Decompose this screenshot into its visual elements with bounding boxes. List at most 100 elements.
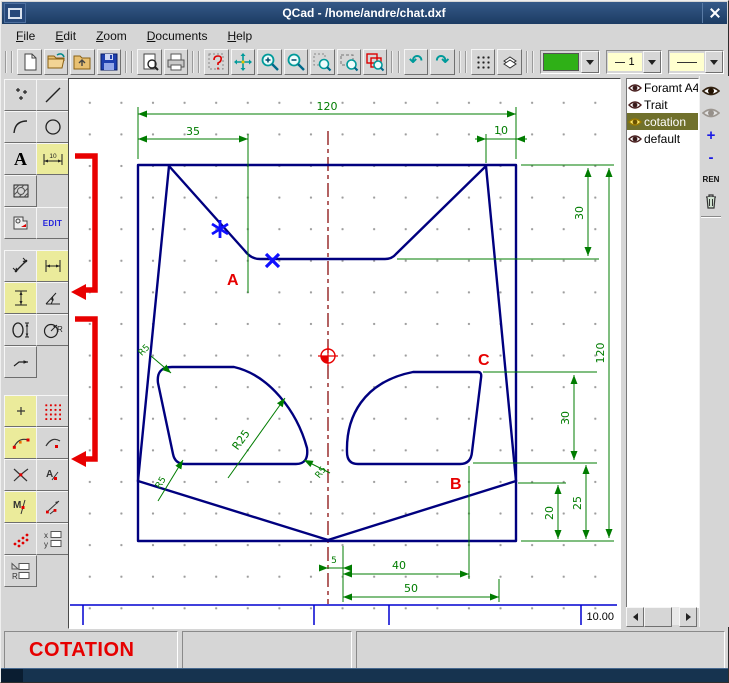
edit-mode-label: EDIT [43,219,62,228]
new-document-button[interactable] [17,49,41,75]
coord-polar-button[interactable]: R [4,555,37,587]
isometric-view-button[interactable] [497,49,521,75]
color-combo[interactable] [540,50,600,74]
points-tool-button[interactable] [4,79,37,111]
rename-layer-button[interactable]: REN [700,168,722,190]
dim-diameter-button[interactable] [4,314,37,346]
hatch-tool-button[interactable] [4,175,37,207]
dim-25: 25 [571,496,584,510]
snap-on-entity-button[interactable] [36,427,69,459]
text-tool-button[interactable]: A [4,143,37,175]
dim-120-top: 120 [317,100,338,113]
snap-grid-button[interactable] [36,395,69,427]
save-button[interactable] [97,49,121,75]
menu-documents[interactable]: Documents [137,26,218,46]
zoom-previous-button[interactable] [363,49,387,75]
toolbar-handle[interactable] [192,51,200,73]
add-layer-button[interactable]: + [700,124,722,146]
drawing-canvas[interactable]: 10.00 [69,79,620,628]
menu-help[interactable]: Help [217,26,262,46]
dimension-tool-button[interactable]: 10 [36,143,69,175]
zoom-auto-button[interactable] [337,49,361,75]
layer-active-icon [628,116,642,128]
shape-edit-tool-button[interactable] [4,207,37,239]
y-label: y [44,540,48,549]
layer-show-button[interactable] [700,80,722,102]
redraw-button[interactable] [204,49,228,75]
width-dropdown-button[interactable] [643,51,661,73]
scrollbar-track[interactable] [672,607,679,625]
snap-point-button[interactable] [4,523,37,555]
dim-angular-button[interactable] [36,282,69,314]
dim-horizontal-button[interactable] [36,250,69,282]
qcad-window: QCad - /home/andre/chat.dxf File Edit Zo… [0,0,729,683]
dim-r5-b: R5 [154,475,169,490]
layer-name: Trait [644,98,668,112]
snap-intersection-button[interactable] [4,459,37,491]
open-folder-button[interactable] [70,49,94,75]
dim-horizontal-icon [43,256,63,276]
menu-file[interactable]: File [6,26,45,46]
color-dropdown-button[interactable] [581,51,599,73]
coord-cartesian-button[interactable]: xy [36,523,69,555]
save-icon [99,52,119,72]
scrollbar-thumb[interactable] [644,607,672,627]
undo-icon: ↶ [409,54,422,70]
zoom-auto-icon [339,52,359,72]
line-style-combo[interactable] [668,50,724,74]
layer-hide-button[interactable] [700,102,722,124]
canvas-frame: 10.00 [68,78,621,629]
undo-button[interactable]: ↶ [404,49,428,75]
layer-list-scrollbar[interactable] [626,607,697,625]
toolbar-handle[interactable] [391,51,399,73]
dim-vertical-button[interactable] [4,282,37,314]
snap-middle-button[interactable]: M [4,491,37,523]
open-file-button[interactable] [44,49,68,75]
menu-edit[interactable]: Edit [45,26,86,46]
style-dropdown-button[interactable] [705,51,723,73]
snap-free-button[interactable] [4,395,37,427]
menu-bar: File Edit Zoom Documents Help [2,24,727,49]
snap-on-entity-icon [43,433,63,453]
delete-layer-button[interactable] [700,190,722,212]
edit-mode-button[interactable]: EDIT [36,207,69,239]
sheet-border[interactable]: 10.00 [70,605,617,625]
scroll-left-button[interactable] [626,607,644,627]
dim-aligned-button[interactable] [4,250,37,282]
coord-cartesian-icon: xy [42,529,64,549]
zoom-window-button[interactable] [310,49,334,75]
toolbar-handle[interactable] [459,51,467,73]
layer-item-format[interactable]: Foramt A4 [627,79,698,96]
window-menu-button[interactable] [4,3,26,23]
close-button[interactable] [702,3,727,23]
arc-tool-button[interactable] [4,111,37,143]
remove-layer-button[interactable]: - [700,146,722,168]
snap-endpoint-button[interactable] [4,427,37,459]
layer-item-default[interactable]: default [627,130,698,147]
redo-button[interactable]: ↷ [430,49,454,75]
dim-angular-icon [43,288,63,308]
menu-zoom[interactable]: Zoom [86,26,137,46]
scroll-right-button[interactable] [679,607,697,627]
snap-middle-icon: M [11,497,31,517]
zoom-in-button[interactable] [257,49,281,75]
text-tool-icon: A [14,149,27,170]
toolbar-handle[interactable] [526,51,534,73]
line-tool-button[interactable] [36,79,69,111]
dimensions[interactable]: 120 35 10 30 120 30 25 2 [137,100,614,602]
toolbar-handle[interactable] [5,51,13,73]
layer-item-cotation[interactable]: cotation [627,113,698,130]
leader-tool-button[interactable] [4,346,37,378]
line-width-combo[interactable]: 1 [606,50,662,74]
pan-button[interactable] [231,49,255,75]
zoom-out-button[interactable] [284,49,308,75]
dim-radius-button[interactable]: R [36,314,69,346]
print-preview-button[interactable] [137,49,161,75]
circle-tool-button[interactable] [36,111,69,143]
snap-auto-button[interactable]: A [36,459,69,491]
current-color-swatch [543,53,579,71]
layer-item-trait[interactable]: Trait [627,96,698,113]
snap-distance-button[interactable] [36,491,69,523]
grid-toggle-button[interactable] [471,49,495,75]
print-button[interactable] [164,49,188,75]
